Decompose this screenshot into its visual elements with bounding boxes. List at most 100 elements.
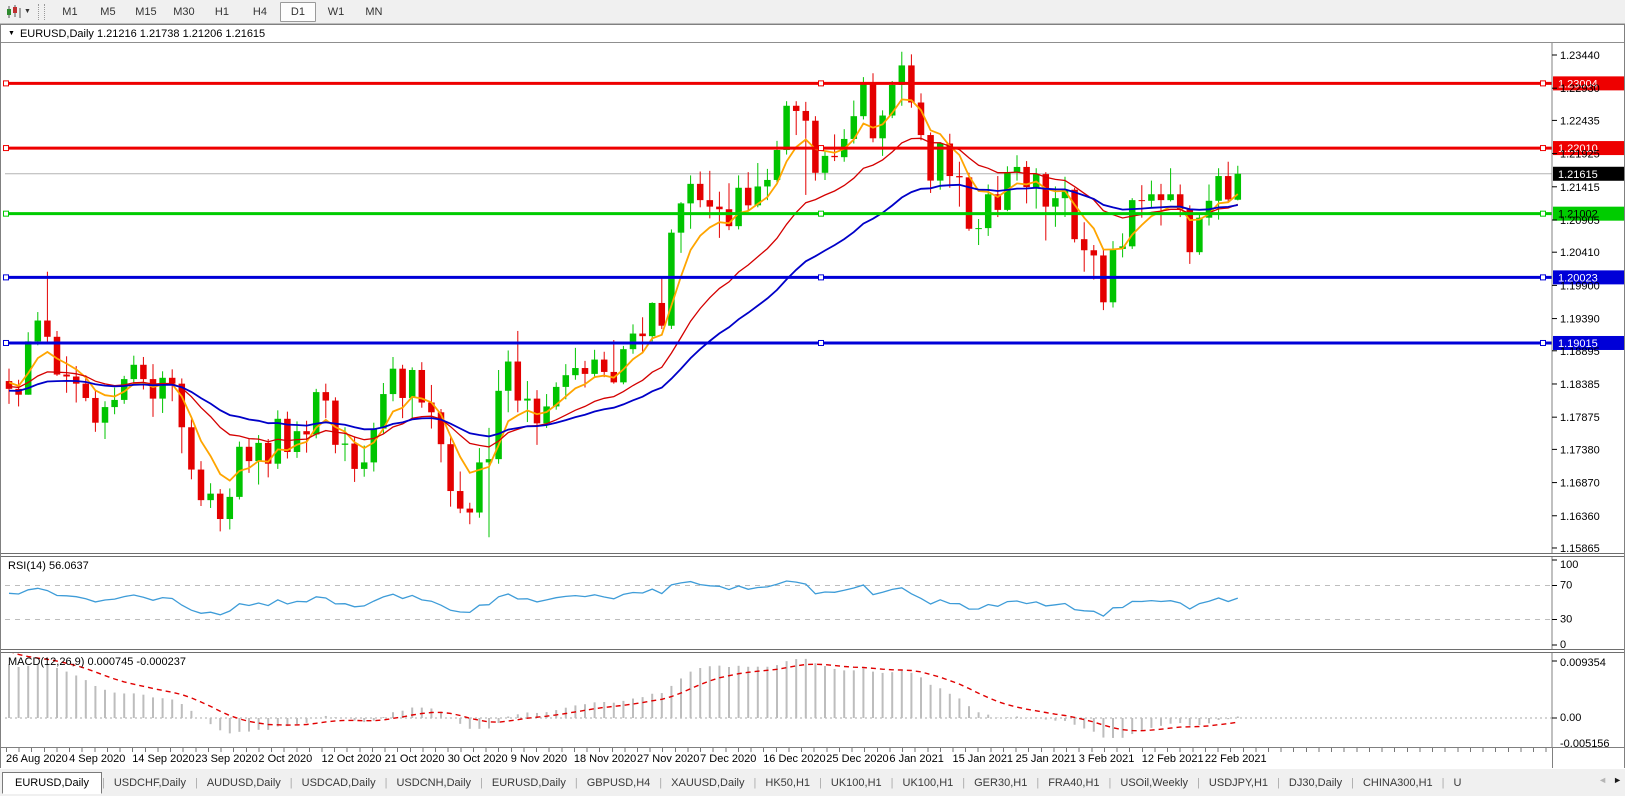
horizontal-line-1.22010[interactable] (4, 146, 1553, 151)
axis-label: 1.22435 (1560, 115, 1600, 127)
line-handle[interactable] (819, 340, 824, 345)
candles-layer (6, 52, 1241, 537)
date-label: 7 Dec 2020 (700, 753, 756, 765)
chart-tab-u[interactable]: U (1445, 773, 1471, 793)
chart-tab-china300-h1[interactable]: CHINA300,H1 (1354, 773, 1442, 793)
axis-label: 1.20905 (1560, 215, 1600, 227)
axis-label: 1.19390 (1560, 314, 1600, 326)
axis-label: 1.15865 (1560, 543, 1600, 553)
date-label: 6 Jan 2021 (889, 753, 943, 765)
axis-label: 70 (1560, 580, 1572, 592)
date-label: 26 Aug 2020 (6, 753, 68, 765)
line-handle[interactable] (4, 340, 9, 345)
collapse-icon[interactable]: ▼ (8, 30, 15, 37)
line-handle[interactable] (4, 275, 9, 280)
chart-tab-fra40-h1[interactable]: FRA40,H1 (1039, 773, 1108, 793)
axis-label: 0.009354 (1560, 657, 1606, 669)
axis-label: 1.23440 (1560, 50, 1600, 62)
line-handle[interactable] (1541, 81, 1546, 86)
line-handle[interactable] (4, 211, 9, 216)
axis-label: 1.21615 (1558, 169, 1598, 181)
tab-scroll-left-icon[interactable]: ◄ (1598, 775, 1607, 785)
main-chart-canvas[interactable]: 1.230041.220101.210021.200231.190151.234… (1, 43, 1624, 553)
chart-tab-usdjpy-h1[interactable]: USDJPY,H1 (1200, 773, 1277, 793)
chart-tab-xauusd-daily[interactable]: XAUUSD,Daily (662, 773, 753, 793)
axis-label: 1.21925 (1560, 149, 1600, 161)
axis-label: 1.16360 (1560, 511, 1600, 523)
tab-scroll-right-icon[interactable]: ► (1613, 775, 1622, 785)
axis-label: 1.17875 (1560, 412, 1600, 424)
chart-tab-bar: EURUSD,Daily|USDCHF,Daily|AUDUSD,Daily|U… (0, 769, 1625, 796)
axis-label: 1.18895 (1560, 346, 1600, 358)
timeframe-button-m30[interactable]: M30 (166, 2, 202, 22)
chart-tab-eurusd-daily[interactable]: EURUSD,Daily (2, 772, 102, 794)
chart-type-dropdown-caret[interactable]: ▼ (24, 8, 31, 15)
date-label: 25 Dec 2020 (826, 753, 888, 765)
timeframe-button-m5[interactable]: M5 (90, 2, 126, 22)
date-label: 2 Oct 2020 (258, 753, 312, 765)
axis-label: 1.21415 (1560, 182, 1600, 194)
timeframe-button-w1[interactable]: W1 (318, 2, 354, 22)
axis-label: 1.17380 (1560, 444, 1600, 456)
date-label: 16 Dec 2020 (763, 753, 825, 765)
axis-label: 1.22930 (1560, 83, 1600, 95)
toolbar-grip (38, 4, 45, 20)
axis-label: -0.005156 (1560, 738, 1610, 747)
chart-tab-usoil-weekly[interactable]: USOil,Weekly (1111, 773, 1197, 793)
rsi-indicator-label: RSI(14) 56.0637 (8, 560, 89, 572)
line-handle[interactable] (4, 146, 9, 151)
candlestick-chart-icon[interactable] (4, 4, 24, 20)
macd-indicator-label: MACD(12,26,9) 0.000745 -0.000237 (8, 656, 186, 668)
chart-tab-eurusd-daily[interactable]: EURUSD,Daily (483, 773, 575, 793)
chart-tab-usdcad-daily[interactable]: USDCAD,Daily (293, 773, 385, 793)
rsi-chart-canvas[interactable]: 10070300 (1, 557, 1624, 649)
date-label: 18 Nov 2020 (574, 753, 636, 765)
line-handle[interactable] (819, 81, 824, 86)
timeframe-button-d1[interactable]: D1 (280, 2, 316, 22)
chart-tab-dj30-daily[interactable]: DJ30,Daily (1280, 773, 1351, 793)
chart-tab-usdchf-daily[interactable]: USDCHF,Daily (105, 773, 195, 793)
line-handle[interactable] (1541, 211, 1546, 216)
time-axis-ticks (1, 748, 1552, 752)
line-handle[interactable] (4, 81, 9, 86)
line-handle[interactable] (819, 146, 824, 151)
timeframe-button-h1[interactable]: H1 (204, 2, 240, 22)
chart-title-bar[interactable]: ▼ EURUSD,Daily 1.21216 1.21738 1.21206 1… (1, 25, 1624, 43)
horizontal-line-1.20023[interactable] (4, 275, 1553, 280)
axis-label: 100 (1560, 559, 1578, 571)
chart-tab-usdcnh-daily[interactable]: USDCNH,Daily (387, 773, 480, 793)
date-label: 14 Sep 2020 (132, 753, 194, 765)
timeframe-button-h4[interactable]: H4 (242, 2, 278, 22)
line-handle[interactable] (1541, 340, 1546, 345)
macd-chart-canvas[interactable]: 0.009354 0.00 -0.005156 (1, 653, 1624, 747)
macd-signal-line (9, 653, 1238, 731)
line-handle[interactable] (1541, 275, 1546, 280)
chart-tab-hk50-h1[interactable]: HK50,H1 (756, 773, 819, 793)
date-label: 25 Jan 2021 (1016, 753, 1077, 765)
ma-mid-line (9, 138, 1238, 447)
time-axis[interactable]: 26 Aug 20204 Sep 202014 Sep 202023 Sep 2… (1, 747, 1624, 768)
axis-label: 0.00 (1560, 712, 1581, 724)
axis-label: 1.19900 (1560, 280, 1600, 292)
line-handle[interactable] (1541, 146, 1546, 151)
timeframe-button-m1[interactable]: M1 (52, 2, 88, 22)
axis-label: 0 (1560, 639, 1566, 649)
chart-tab-uk100-h1[interactable]: UK100,H1 (894, 773, 963, 793)
line-handle[interactable] (819, 211, 824, 216)
line-handle[interactable] (819, 275, 824, 280)
ma-fast-line (9, 99, 1238, 480)
axis-label: 1.20410 (1560, 247, 1600, 259)
rsi-line (9, 581, 1238, 616)
timeframe-button-mn[interactable]: MN (356, 2, 392, 22)
date-label: 27 Nov 2020 (637, 753, 699, 765)
date-label: 21 Oct 2020 (385, 753, 445, 765)
date-label: 12 Oct 2020 (322, 753, 382, 765)
chart-tab-audusd-daily[interactable]: AUDUSD,Daily (198, 773, 290, 793)
horizontal-line-1.19015[interactable] (4, 340, 1553, 345)
horizontal-line-1.21002[interactable] (4, 211, 1553, 216)
chart-tab-ger30-h1[interactable]: GER30,H1 (965, 773, 1036, 793)
chart-tab-uk100-h1[interactable]: UK100,H1 (822, 773, 891, 793)
chart-tab-gbpusd-h4[interactable]: GBPUSD,H4 (578, 773, 660, 793)
timeframe-button-m15[interactable]: M15 (128, 2, 164, 22)
horizontal-line-1.23004[interactable] (4, 81, 1553, 86)
